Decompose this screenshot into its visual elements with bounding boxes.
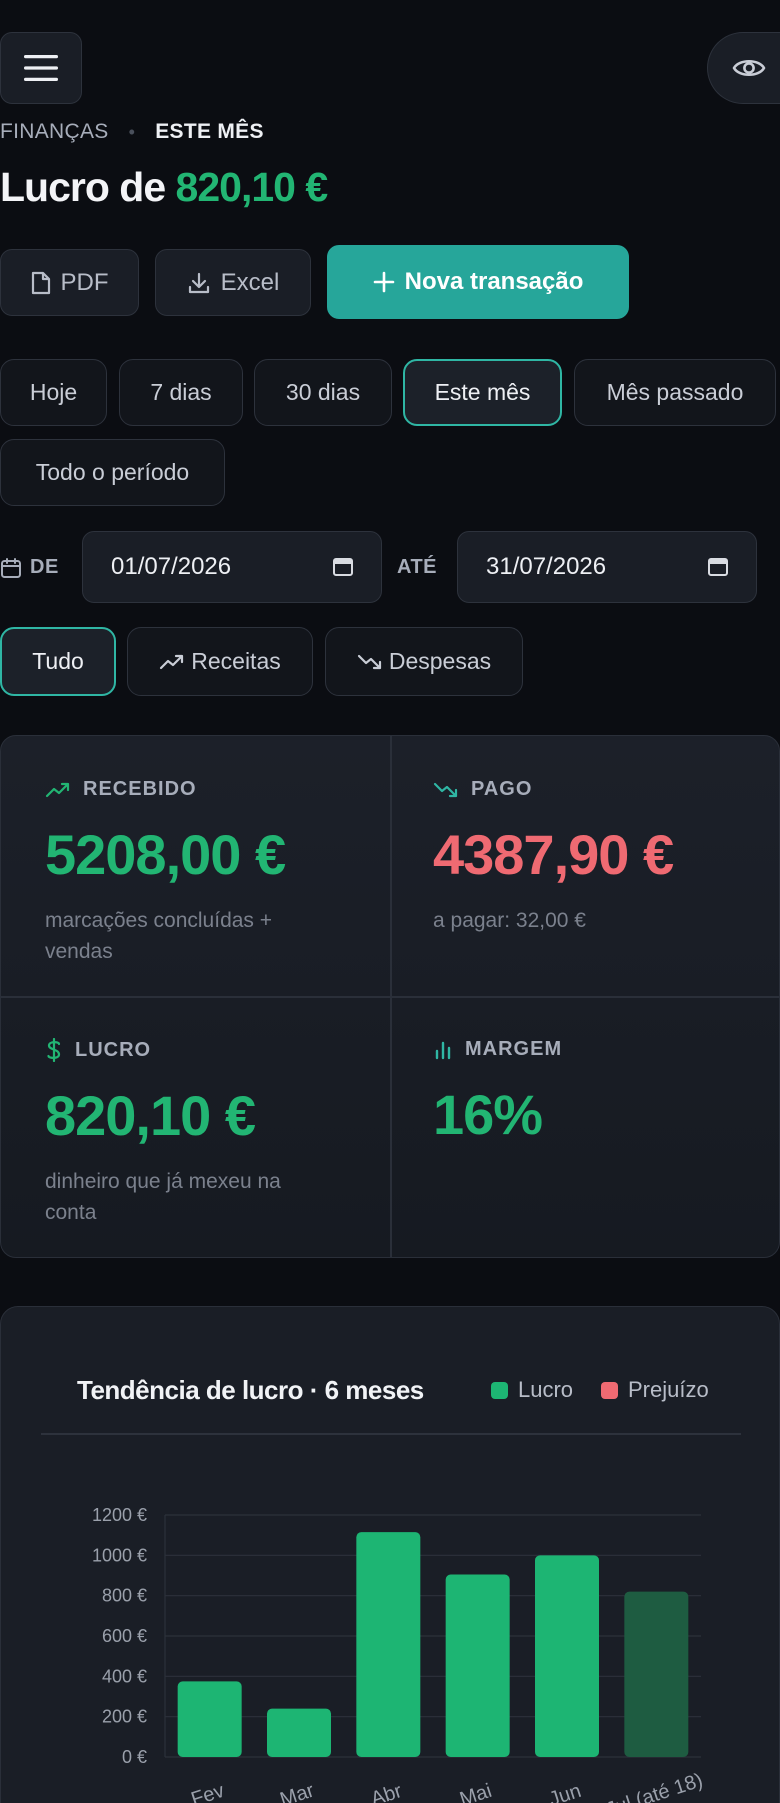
page-title-amount: 820,10 € <box>175 164 329 210</box>
dollar-icon <box>47 1038 61 1062</box>
stat-paid-sub: a pagar: 32,00 € <box>433 909 586 932</box>
stat-received-label-text: RECEBIDO <box>83 778 197 800</box>
chart-bar <box>624 1591 689 1757</box>
y-tick-label: 1200 € <box>92 1505 147 1525</box>
download-icon <box>188 272 209 293</box>
y-tick-label: 200 € <box>102 1707 147 1727</box>
chart-bar <box>177 1681 242 1757</box>
stat-profit-label: LUCRO <box>45 1038 385 1062</box>
chart-bar <box>356 1532 421 1757</box>
stat-received-label: RECEBIDO <box>45 778 385 801</box>
menu-button[interactable] <box>0 32 82 104</box>
export-excel-button[interactable]: Excel <box>155 249 311 316</box>
stat-received-sub: marcações concluídas + vendas <box>45 909 273 963</box>
stats-grid: RECEBIDO 5208,00 € marcações concluídas … <box>0 735 780 1258</box>
bar-chart-icon <box>435 1041 451 1059</box>
type-filter-income[interactable]: Receitas <box>127 627 313 696</box>
stat-margin-label-text: MARGEM <box>465 1038 563 1060</box>
stat-profit: LUCRO 820,10 € dinheiro que já mexeu na … <box>45 1038 385 1228</box>
toggle-visibility-button[interactable] <box>707 32 780 104</box>
type-filter-expenses[interactable]: Despesas <box>325 627 523 696</box>
eye-icon <box>732 59 766 77</box>
date-to-label-text: ATÉ <box>397 556 438 578</box>
chart-bar <box>267 1708 331 1757</box>
date-to-input[interactable]: 31/07/2026 <box>457 531 757 603</box>
y-tick-label: 600 € <box>102 1626 147 1646</box>
type-filter-label: Receitas <box>191 648 281 674</box>
x-tick-label: Jun <box>546 1780 583 1803</box>
period-filter-30-days[interactable]: 30 dias <box>254 359 392 426</box>
period-filter-7-days[interactable]: 7 dias <box>119 359 243 426</box>
export-pdf-label: PDF <box>60 268 109 296</box>
breadcrumb-period: ESTE MÊS <box>155 120 264 143</box>
date-from-label-text: DE <box>30 556 59 578</box>
stat-paid: PAGO 4387,90 € a pagar: 32,00 € <box>433 778 773 936</box>
breadcrumb: FINANÇAS • ESTE MÊS <box>0 120 264 144</box>
calendar-picker-icon[interactable] <box>333 557 353 577</box>
stat-received-value: 5208,00 € <box>45 823 286 886</box>
y-tick-label: 0 € <box>122 1747 147 1767</box>
breadcrumb-separator: • <box>128 121 136 142</box>
trending-down-icon <box>357 654 381 669</box>
new-transaction-label: Nova transação <box>404 268 584 295</box>
period-filter-last-month[interactable]: Mês passado <box>574 359 776 426</box>
trending-up-icon <box>160 654 184 669</box>
x-tick-label: Fev <box>189 1780 228 1803</box>
period-filter-all-time[interactable]: Todo o período <box>0 439 225 506</box>
type-filter-label: Despesas <box>388 648 492 674</box>
period-filter-label: Hoje <box>29 379 78 405</box>
y-tick-label: 800 € <box>102 1586 147 1606</box>
stat-paid-value: 4387,90 € <box>433 823 674 886</box>
stat-margin: MARGEM 16% <box>433 1038 773 1143</box>
trending-down-icon <box>433 782 458 797</box>
period-filter-today[interactable]: Hoje <box>0 359 107 426</box>
x-tick-label: Abr <box>368 1780 405 1803</box>
stat-margin-label: MARGEM <box>433 1038 773 1061</box>
period-filter-label: 7 dias <box>150 379 212 405</box>
x-tick-label: Jul (até 18) <box>603 1769 705 1803</box>
period-filter-label: Mês passado <box>606 379 744 405</box>
export-excel-label: Excel <box>220 268 280 296</box>
stats-divider-horizontal <box>1 996 779 998</box>
date-to-label: ATÉ <box>397 556 437 579</box>
hamburger-icon <box>24 55 58 81</box>
trending-up-icon <box>45 782 70 797</box>
breadcrumb-section: FINANÇAS <box>0 120 109 143</box>
y-tick-label: 400 € <box>102 1666 147 1686</box>
x-tick-label: Mar <box>277 1779 317 1803</box>
profit-trend-chart: 0 € 200 € 400 € 600 € 800 € 1000 € 1200 € Fev Ma… <box>92 1505 706 1803</box>
date-from-value: 01/07/2026 <box>111 553 232 580</box>
date-from-input[interactable]: 01/07/2026 <box>82 531 382 603</box>
date-to-value: 31/07/2026 <box>486 553 607 580</box>
page-title: Lucro de 820,10 € <box>0 164 329 211</box>
type-filter-all[interactable]: Tudo <box>0 627 116 696</box>
chart-bar <box>535 1555 599 1757</box>
chart-bar <box>445 1574 510 1757</box>
period-filter-label: Todo o período <box>35 459 190 485</box>
profit-trend-card: Tendência de lucro · 6 meses Lucro Preju… <box>0 1306 780 1803</box>
x-tick-label: Mai <box>457 1780 494 1803</box>
stat-profit-value: 820,10 € <box>45 1084 256 1147</box>
stat-profit-sub: dinheiro que já mexeu na conta <box>45 1170 281 1224</box>
page-title-prefix: Lucro de <box>0 164 166 210</box>
date-from-label: DE <box>0 556 59 579</box>
file-icon <box>31 271 50 294</box>
stat-received: RECEBIDO 5208,00 € marcações concluídas … <box>45 778 385 967</box>
stat-paid-label: PAGO <box>433 778 773 801</box>
y-tick-label: 1000 € <box>92 1545 147 1565</box>
period-filter-label: Este mês <box>434 379 531 405</box>
period-filter-label: 30 dias <box>285 379 361 405</box>
stat-margin-value: 16% <box>433 1083 543 1146</box>
new-transaction-button[interactable]: Nova transação <box>327 245 629 319</box>
export-pdf-button[interactable]: PDF <box>0 249 139 316</box>
plus-icon <box>373 271 394 293</box>
calendar-icon <box>1 557 21 578</box>
type-filter-label: Tudo <box>32 648 84 674</box>
stat-paid-label-text: PAGO <box>471 778 533 800</box>
stat-profit-label-text: LUCRO <box>75 1038 152 1061</box>
calendar-picker-icon[interactable] <box>708 557 728 577</box>
period-filter-this-month[interactable]: Este mês <box>403 359 562 426</box>
